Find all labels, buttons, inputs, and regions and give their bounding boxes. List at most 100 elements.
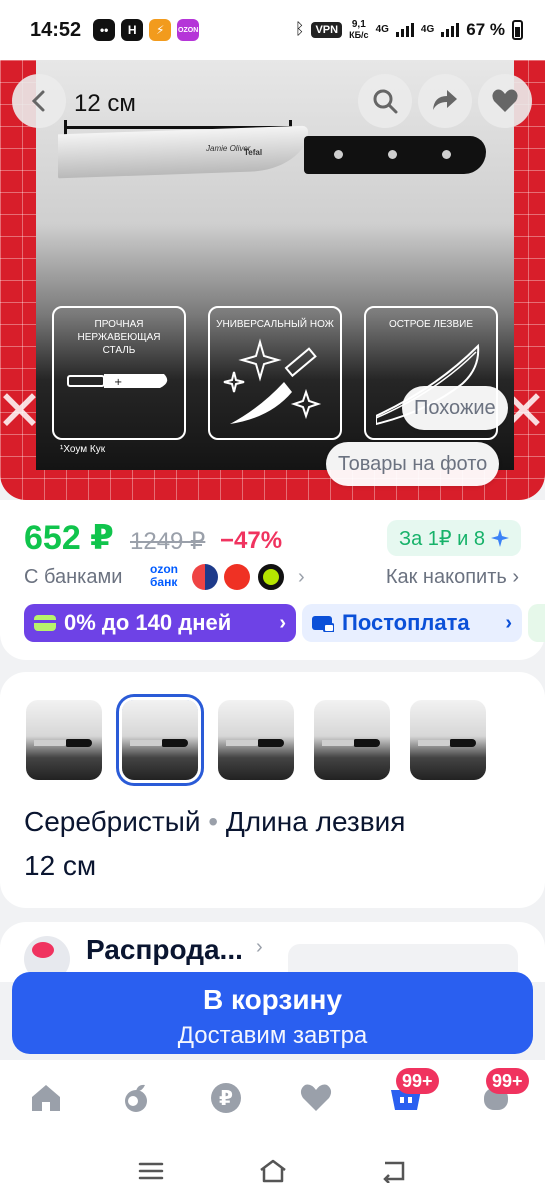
signal-icon-2 [441, 23, 460, 37]
with-banks-label: С банками [24, 566, 123, 588]
product-gallery[interactable]: ✕ ✕ 12 см Jamie Oliver Tefal ПРОЧНАЯ НЕР… [0, 60, 545, 500]
share-button[interactable] [418, 74, 472, 128]
search-button[interactable] [358, 74, 412, 128]
status-time: 14:52 [30, 18, 82, 41]
battery-percent: 67 % [466, 20, 505, 39]
how-to-save-link[interactable]: Как накопить › [386, 566, 519, 589]
bottom-tab-bar: ₽ 99+ 99+ [0, 1060, 545, 1140]
vpn-badge: VPN [311, 22, 343, 38]
installment-label: 0% до 140 дней [64, 610, 232, 635]
delivery-label: Доставим завтра [177, 1022, 368, 1049]
network-type-1: 4G [375, 24, 389, 35]
variant-separator: • [208, 806, 219, 837]
bonus-points-button[interactable]: За 1₽ и 8 [386, 520, 521, 556]
profile-badge: 99+ [486, 1068, 529, 1094]
svg-text:₽: ₽ [219, 1086, 233, 1110]
speed-unit: КБ/с [349, 29, 369, 40]
add-to-cart-button[interactable]: В корзину Доставим завтра [12, 972, 533, 1054]
feature-title: УНИВЕРСАЛЬНЫЙ НОЖ [216, 319, 334, 330]
share-icon [433, 90, 457, 110]
variant-thumb[interactable] [218, 700, 294, 780]
wb-app-icon: ⚡ [149, 19, 172, 41]
add-to-cart-label: В корзину [202, 984, 343, 1015]
home-icon [32, 1085, 60, 1111]
status-bar: 14:52 •• H ⚡ OZON ᛒ VPN 9,1 КБ/с 4G 4G 67… [0, 0, 545, 60]
variant-thumb[interactable] [26, 700, 102, 780]
knife-blade [58, 125, 308, 179]
installment-button[interactable]: 0% до 140 дней › [24, 604, 296, 642]
current-price: 652 ₽ [24, 519, 114, 557]
bank-logo-icon [192, 564, 218, 590]
more-offers-button[interactable] [528, 604, 545, 642]
similar-products-button[interactable]: Похожие [402, 386, 508, 430]
home-outline-icon [260, 1159, 286, 1183]
recent-apps-button[interactable] [136, 1156, 166, 1186]
tab-cart[interactable]: 99+ [386, 1068, 439, 1118]
variant-thumb[interactable] [410, 700, 486, 780]
ozon-app-icon: OZON [177, 19, 200, 41]
signal-icon [395, 23, 414, 37]
chevron-right-icon: › [256, 936, 263, 958]
apple-icon [125, 1084, 147, 1112]
product-page: 14:52 •• H ⚡ OZON ᛒ VPN 9,1 КБ/с 4G 4G 67… [0, 0, 545, 1200]
cart-badge: 99+ [396, 1068, 439, 1094]
tab-home[interactable] [26, 1078, 66, 1118]
sparkle-icon [491, 529, 509, 547]
system-nav-bar [0, 1140, 545, 1200]
tab-ozon-bank[interactable]: ₽ [206, 1078, 246, 1118]
heart-icon [300, 1084, 332, 1111]
speed-value: 9,1 [351, 18, 366, 30]
messenger-app-icon: •• [93, 19, 116, 41]
back-button[interactable] [12, 74, 66, 128]
how-to-save-label: Как накопить [385, 566, 507, 588]
alfa-bank-icon [224, 564, 250, 590]
knife-handle [304, 136, 486, 174]
menu-icon [138, 1162, 164, 1180]
heart-icon [492, 89, 518, 112]
back-nav-button[interactable] [378, 1156, 408, 1186]
feature-title: ОСТРОЕ ЛЕЗВИЕ [388, 319, 474, 330]
network-type-2: 4G [420, 24, 435, 35]
network-speed: 9,1 КБ/с [349, 18, 369, 41]
ruble-icon: ₽ [211, 1083, 241, 1113]
bonus-label: За 1₽ и 8 [398, 527, 485, 550]
tab-favorites[interactable] [296, 1078, 336, 1118]
items-on-photo-button[interactable]: Товары на фото [326, 442, 500, 486]
tab-fresh[interactable] [116, 1078, 156, 1118]
battery-icon [512, 20, 523, 40]
discount-badge: −47% [220, 527, 283, 554]
chevron-left-icon [31, 90, 45, 112]
sale-title: Распрода... [86, 934, 243, 965]
wallet-icon [312, 616, 334, 632]
variant-description: Серебристый • Длина лезвия 12 см [24, 800, 514, 888]
variant-length-label: Длина лезвия [225, 806, 406, 837]
small-knife-icon: + [67, 374, 168, 388]
variant-thumb-selected[interactable] [122, 700, 198, 780]
favorite-button[interactable] [478, 74, 532, 128]
svg-text:+: + [114, 377, 122, 388]
back-arrow-icon [383, 1161, 405, 1183]
chevron-right-icon: › [505, 611, 512, 634]
variant-card: Серебристый • Длина лезвия 12 см [0, 672, 545, 908]
chevron-right-icon[interactable]: › [298, 566, 305, 589]
card-icon [34, 615, 56, 631]
bank-logo-icon-2 [258, 564, 284, 590]
chevron-right-icon: › [279, 611, 286, 634]
price-card: 652 ₽ 1249 ₽ −47% За 1₽ и 8 С банками oz… [0, 500, 545, 660]
brand-tefal: Tefal [244, 148, 263, 157]
sparkle-knife-icon [223, 338, 322, 424]
postpay-button[interactable]: Постоплата › [302, 604, 522, 642]
feature-card-universal: УНИВЕРСАЛЬНЫЙ НОЖ [208, 306, 342, 440]
ozon-bank-logo: ozon банк [150, 563, 190, 589]
ozon-bank-text: ozon банк [150, 562, 178, 589]
variant-length-value: 12 см [24, 850, 97, 881]
variant-thumb[interactable] [314, 700, 390, 780]
variant-color: Серебристый [24, 806, 201, 837]
search-icon [373, 89, 398, 114]
tab-profile[interactable]: 99+ [476, 1068, 529, 1118]
bluetooth-icon: ᛒ [294, 21, 305, 38]
home-nav-button[interactable] [258, 1156, 288, 1186]
feature-title: ПРОЧНАЯ НЕРЖАВЕЮЩАЯ СТАЛЬ [77, 319, 161, 356]
feature-card-steel: ПРОЧНАЯ НЕРЖАВЕЮЩАЯ СТАЛЬ + [52, 306, 186, 440]
postpay-label: Постоплата [342, 610, 470, 635]
